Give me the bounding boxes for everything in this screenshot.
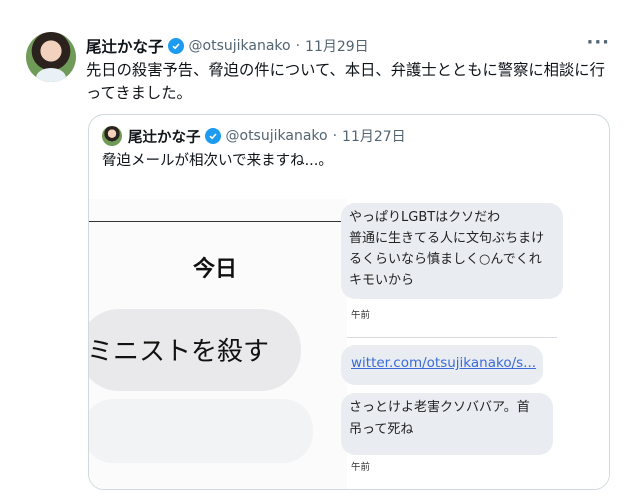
divider	[347, 337, 557, 338]
quoted-tweet-text: 脅迫メールが相次いで来ますね...。	[102, 153, 333, 169]
quoted-author-handle[interactable]: @otsujikanako	[226, 128, 328, 144]
tweet-date[interactable]: 11月29日	[305, 36, 369, 56]
quoted-tweet[interactable]: 尾辻かな子 @otsujikanako · 11月27日 脅迫メールが相次いで来…	[88, 114, 610, 490]
message-line: キモいから	[349, 273, 415, 288]
message-line: やっぱりLGBTはクソだわ	[349, 210, 501, 225]
message-line: るくらいなら慎ましく○んでくれ	[349, 252, 542, 267]
author-name[interactable]: 尾辻かな子	[86, 35, 164, 57]
message-time: 午前	[351, 462, 371, 473]
day-label: 今日	[193, 257, 238, 282]
separator-dot: ·	[295, 38, 301, 54]
message-line: 吊って死ね	[349, 422, 414, 437]
quoted-author-name[interactable]: 尾辻かな子	[128, 126, 201, 147]
message-text: ミニストを殺す	[89, 337, 270, 367]
divider	[89, 221, 341, 222]
message-line: 普通に生きてる人に文句ぶちまけ	[349, 231, 545, 246]
quoted-tweet-header: 尾辻かな子 @otsujikanako · 11月27日	[102, 126, 406, 146]
quoted-verified-badge-icon	[204, 128, 221, 144]
attached-screenshots[interactable]: 今日 ミニストを殺す やっぱりLGBTはクソだわ 普通に生きてる人に文句ぶちまけ…	[89, 199, 609, 489]
author-handle[interactable]: @otsujikanako	[189, 38, 291, 54]
right-screenshot: やっぱりLGBTはクソだわ 普通に生きてる人に文句ぶちまけ るくらいなら慎ましく…	[341, 199, 609, 489]
message-time: 午前	[351, 310, 371, 321]
avatar[interactable]	[26, 32, 76, 82]
left-screenshot: 今日 ミニストを殺す	[89, 199, 349, 489]
quoted-tweet-date[interactable]: 11月27日	[342, 126, 406, 146]
tweet-text: 先日の殺害予告、脅迫の件について、本日、弁護士とともに警察に相談に行ってきました…	[86, 61, 605, 102]
message-line: さっとけよ老害クソババア。首	[349, 400, 530, 415]
tweet-header: 尾辻かな子 @otsujikanako · 11月29日	[86, 35, 369, 57]
verified-badge-icon	[167, 38, 184, 54]
blurred-bubble	[89, 399, 313, 463]
tweet-link[interactable]: witter.com/otsujikanako/s...	[351, 355, 536, 371]
quoted-avatar[interactable]	[102, 126, 122, 146]
quoted-separator-dot: ·	[332, 128, 338, 144]
tweet[interactable]: 尾辻かな子 @otsujikanako · 11月29日 ··· 先日の殺害予告…	[0, 0, 640, 498]
more-options-icon[interactable]: ···	[586, 34, 610, 52]
